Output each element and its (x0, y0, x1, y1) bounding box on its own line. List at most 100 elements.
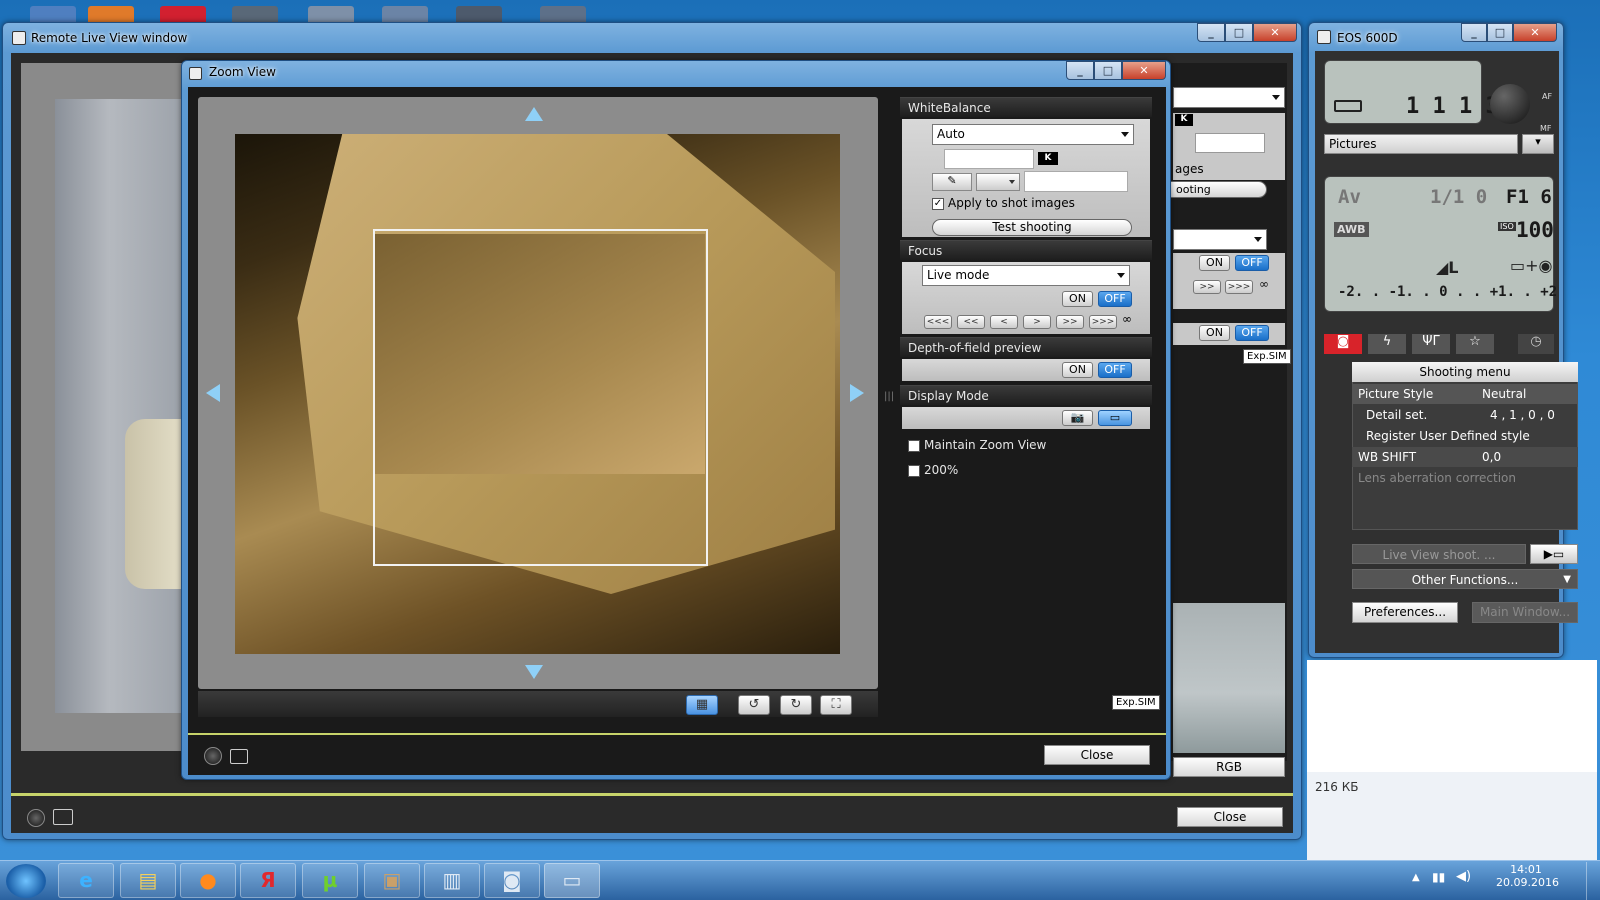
camera-display-icon[interactable]: 📷 (1062, 410, 1093, 426)
pan-right-arrow-icon[interactable] (850, 384, 864, 402)
focus-near-3-button[interactable]: >>> (1089, 315, 1117, 329)
shutter-speed[interactable]: 1/1 0 (1430, 186, 1487, 208)
kelvin-input[interactable] (944, 149, 1034, 169)
remote-dof-off[interactable]: OFF (1235, 325, 1269, 341)
timer-tab-icon[interactable]: ◷ (1518, 334, 1554, 354)
grid-icon[interactable]: ▦ (686, 695, 718, 715)
taskbar-utorrent-icon[interactable]: µ (302, 863, 358, 898)
taskbar-firefox-icon[interactable]: ● (180, 863, 236, 898)
focus-far-3-button[interactable]: <<< (924, 315, 952, 329)
zoom-close-button[interactable]: Close (1044, 745, 1150, 765)
folder-menu-icon[interactable]: ▾ (1522, 134, 1554, 154)
focus-near-1-button[interactable]: > (1023, 315, 1051, 329)
main-window-button[interactable]: Main Window... (1472, 602, 1578, 623)
taskbar-eos-utility-icon[interactable]: ▭ (544, 863, 600, 898)
menu-row-picture-style[interactable]: Picture Style Neutral (1352, 384, 1578, 404)
camera-settings-icon[interactable] (53, 809, 73, 825)
other-functions-button[interactable]: Other Functions... ▼ (1352, 569, 1578, 589)
shooting-tab-icon[interactable]: ◙ (1324, 334, 1362, 354)
network-icon[interactable]: ▮▮ (1432, 870, 1445, 884)
capture-target-icon[interactable]: ▭+◉ (1510, 256, 1552, 275)
focus-on-button[interactable]: ON (1062, 291, 1093, 307)
rotate-right-icon[interactable]: ↻ (780, 695, 812, 715)
close-window-button[interactable]: ✕ (1253, 23, 1297, 42)
remote-close-button[interactable]: Close (1177, 807, 1283, 827)
shooting-mode[interactable]: Av (1338, 186, 1361, 208)
shutter-release-button[interactable] (1490, 84, 1530, 124)
wb-value-input[interactable] (1024, 171, 1128, 192)
maximize-button[interactable]: □ (1487, 23, 1513, 42)
pan-down-arrow-icon[interactable] (525, 665, 543, 679)
camera-settings-icon[interactable] (230, 749, 248, 764)
menu-row-register-style[interactable]: Register User Defined style (1352, 426, 1578, 446)
eyedropper-icon[interactable]: ✎ (932, 173, 972, 191)
focus-mode-dropdown[interactable]: Live mode (922, 265, 1130, 286)
taskbar-camera-icon[interactable]: ◙ (484, 863, 540, 898)
remote-focus-off[interactable]: OFF (1235, 255, 1269, 271)
pc-display-icon[interactable]: ▭ (1098, 410, 1132, 426)
wb-preset-dropdown[interactable] (976, 173, 1020, 191)
aperture-value[interactable]: F1 6 (1506, 186, 1552, 208)
section-header-display-mode: Display Mode (900, 385, 1152, 405)
focus-off-button[interactable]: OFF (1098, 291, 1132, 307)
test-shooting-button[interactable]: Test shooting (932, 219, 1132, 236)
remote-focus-dropdown[interactable] (1173, 229, 1267, 250)
mymenu-tab-icon[interactable]: ☆ (1456, 334, 1494, 354)
menu-row-detail-set[interactable]: Detail set. 4 , 1 , 0 , 0 (1352, 405, 1578, 425)
pan-left-arrow-icon[interactable] (206, 384, 220, 402)
tray-expand-icon[interactable]: ▲ (1412, 872, 1420, 883)
dof-off-button[interactable]: OFF (1098, 362, 1132, 378)
close-window-button[interactable]: ✕ (1513, 23, 1557, 42)
splitter-handle[interactable]: ||| (884, 391, 894, 402)
test-shooting-fragment[interactable]: ooting (1163, 181, 1267, 198)
kelvin-input[interactable] (1195, 133, 1265, 153)
tools-tab-icon[interactable]: ΨΓ (1412, 334, 1450, 354)
rgb-toggle[interactable]: RGB (1173, 757, 1285, 777)
white-balance-dropdown[interactable]: Auto (932, 124, 1134, 145)
apply-to-shot-checkbox[interactable]: ✓ (932, 198, 944, 210)
iso-value[interactable]: 100 (1516, 218, 1554, 242)
taskbar-yandex-icon[interactable]: Я (240, 863, 296, 898)
record-icon[interactable] (27, 809, 45, 827)
dof-on-button[interactable]: ON (1062, 362, 1093, 378)
maximize-button[interactable]: □ (1225, 23, 1253, 42)
remote-focus-on[interactable]: ON (1199, 255, 1230, 271)
close-window-button[interactable]: ✕ (1122, 61, 1166, 80)
rotate-left-icon[interactable]: ↺ (738, 695, 770, 715)
movie-icon[interactable]: ▶▭ (1530, 544, 1578, 564)
remote-wb-dropdown[interactable] (1173, 87, 1285, 108)
zoom-200-checkbox[interactable] (908, 465, 920, 477)
focus-near-button[interactable]: >>> (1225, 280, 1253, 294)
remote-dof-on[interactable]: ON (1199, 325, 1230, 341)
focus-near-button[interactable]: >> (1193, 280, 1221, 294)
maximize-button[interactable]: □ (1094, 61, 1122, 80)
folder-field[interactable]: Pictures (1324, 134, 1518, 154)
pan-up-arrow-icon[interactable] (525, 107, 543, 121)
start-button[interactable] (6, 864, 46, 898)
clock[interactable]: 14:01 20.09.2016 (1496, 863, 1559, 889)
minimize-button[interactable]: _ (1066, 61, 1094, 80)
minimize-button[interactable]: _ (1461, 23, 1487, 42)
volume-icon[interactable]: ◀) (1456, 869, 1471, 884)
exposure-compensation-scale[interactable]: -2. . -1. . 0 . . +1. . +2 (1338, 284, 1557, 300)
image-quality-icon[interactable]: ◢L (1436, 258, 1459, 277)
white-balance-setting[interactable]: AWB (1334, 222, 1369, 237)
minimize-button[interactable]: _ (1197, 23, 1225, 42)
flash-tab-icon[interactable]: ϟ (1368, 334, 1406, 354)
taskbar-notepad-icon[interactable]: ▥ (424, 863, 480, 898)
record-icon[interactable] (204, 747, 222, 765)
taskbar-explorer-icon[interactable]: ▤ (120, 863, 176, 898)
taskbar-photo-icon[interactable]: ▣ (364, 863, 420, 898)
live-view-shoot-button[interactable]: Live View shoot. ... (1352, 544, 1526, 564)
show-desktop-button[interactable] (1586, 862, 1600, 900)
zoom-area-frame[interactable] (373, 229, 708, 566)
menu-row-wb-shift[interactable]: WB SHIFT 0,0 (1352, 447, 1578, 467)
taskbar-ie-icon[interactable]: e (58, 863, 114, 898)
focus-near-2-button[interactable]: >> (1056, 315, 1084, 329)
preferences-button[interactable]: Preferences... (1352, 602, 1458, 623)
fit-screen-icon[interactable]: ⛶ (820, 695, 852, 715)
maintain-zoom-checkbox[interactable] (908, 440, 920, 452)
menu-row-lens-aberration[interactable]: Lens aberration correction (1352, 468, 1578, 488)
focus-far-1-button[interactable]: < (990, 315, 1018, 329)
focus-far-2-button[interactable]: << (957, 315, 985, 329)
